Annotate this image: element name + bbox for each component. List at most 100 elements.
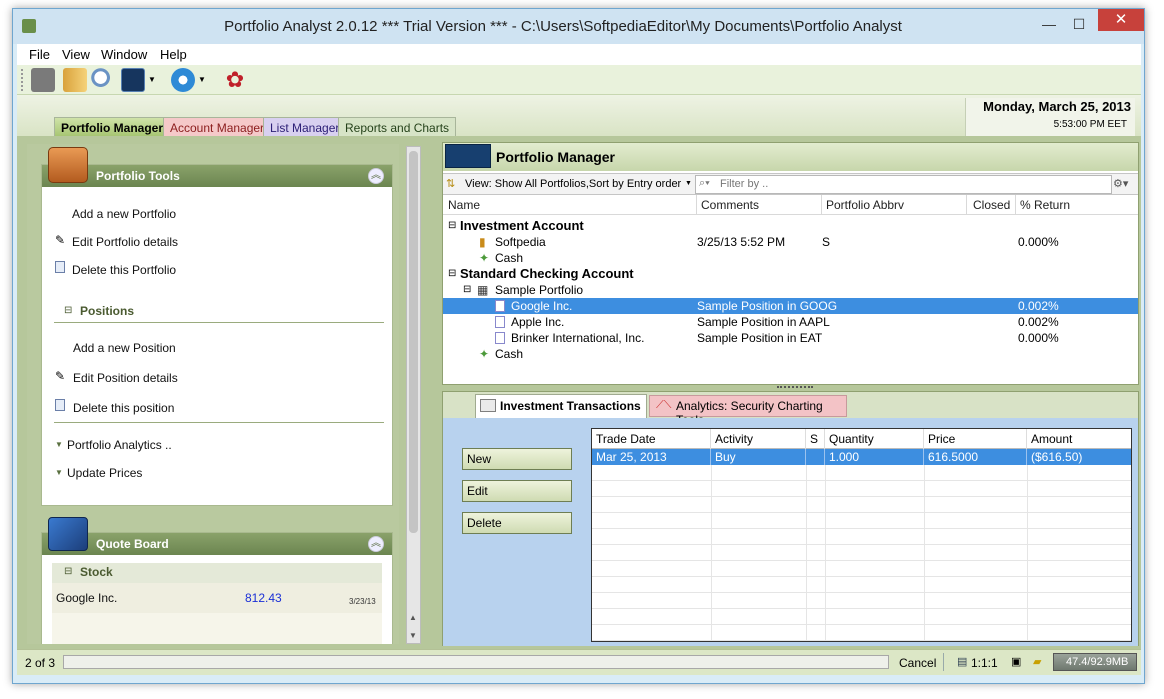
maximize-button[interactable]: ☐ [1066,13,1092,37]
quote-row[interactable] [52,613,382,644]
position-doc-icon [495,300,505,312]
tab-reports-and-charts[interactable]: Reports and Charts [338,117,457,137]
update-prices-link[interactable]: Update Prices [67,466,142,480]
cash-label: Cash [495,251,524,265]
filter-placeholder: Filter by .. [720,178,769,190]
collapse-stock-icon[interactable]: ⊟ [64,566,72,577]
col-portfolio-abbrv[interactable]: Portfolio Abbrv [826,198,904,212]
lock-icon[interactable]: ▰ [1033,655,1041,668]
position-return: 0.002% [1018,299,1059,313]
splitter-grip[interactable] [777,386,813,389]
chart-icon: ⟋⟍ [656,399,672,411]
collapse-icon[interactable]: ︽ [368,168,384,184]
collapse-positions-icon[interactable]: ⊟ [64,305,72,316]
portfolio-comments: 3/25/13 5:52 PM [697,235,786,249]
scrollbar-thumb[interactable] [409,151,418,533]
col-amount[interactable]: Amount [1027,429,1131,449]
cancel-button[interactable]: Cancel [899,656,936,670]
books-icon[interactable] [63,68,87,92]
portfolio-analytics-link[interactable]: Portfolio Analytics .. [67,438,172,452]
col-trade-date[interactable]: Trade Date [592,429,711,449]
col-comments[interactable]: Comments [701,198,759,212]
magnifier-icon[interactable] [91,68,115,92]
table-row[interactable]: ⊟ ▦ Sample Portfolio [443,282,1138,298]
menu-file[interactable]: File [29,47,50,62]
collapse-icon[interactable]: ⊟ [448,266,456,282]
pencil-icon: ✎ [55,233,66,247]
memory-indicator[interactable]: 47.4/92.9MB [1053,653,1137,671]
table-row[interactable]: ✦ Cash [443,346,1138,362]
chevron-down-icon[interactable]: ▼ [198,75,206,84]
settings-gear-icon[interactable]: ⚙▾ [1113,177,1128,190]
scroll-down-icon[interactable]: ▼ [409,631,417,640]
menu-view[interactable]: View [62,47,90,62]
clock-icon[interactable] [171,68,195,92]
delete-position-link[interactable]: Delete this position [73,401,174,415]
gear-icon[interactable]: ✿ [223,68,247,92]
table-row[interactable]: Mar 25, 2013 Buy 1.000 616.5000 ($616.50… [592,449,1131,469]
delete-button[interactable]: Delete [462,512,572,534]
collapse-icon[interactable]: ︽ [368,536,384,552]
monitors-icon [445,144,491,168]
col-s[interactable]: S [806,429,825,449]
current-date: Monday, March 25, 2013 [983,99,1131,114]
tab-investment-transactions[interactable]: Investment Transactions [475,394,647,418]
date-block: Monday, March 25, 2013 5:53:00 PM EET [965,98,1135,140]
minimize-button[interactable]: — [1036,13,1062,37]
col-quantity[interactable]: Quantity [825,429,924,449]
table-row[interactable]: Brinker International, Inc. Sample Posit… [443,330,1138,346]
table-row[interactable]: ✦ Cash [443,250,1138,266]
chevron-down-icon[interactable]: ▼ [148,75,156,84]
tab-analytics[interactable]: ⟋⟍ Analytics: Security Charting Tools [649,395,847,427]
quote-name: Google Inc. [56,591,118,605]
menu-help[interactable]: Help [160,47,187,62]
quote-price: 812.43 [245,591,282,605]
toolbar-grip[interactable] [21,69,23,91]
col-price[interactable]: Price [924,429,1027,449]
portfolio-tools-title: Portfolio Tools [96,169,180,183]
cash-icon: ✦ [479,347,490,361]
col-return[interactable]: % Return [1020,198,1070,212]
save-icon[interactable]: ▣ [1011,655,1021,668]
edit-position-link[interactable]: Edit Position details [73,371,178,385]
table-row[interactable]: Apple Inc. Sample Position in AAPL 0.002… [443,314,1138,330]
collapse-icon[interactable]: ⊟ [463,282,471,298]
portfolio-name: Sample Portfolio [495,283,584,297]
add-position-link[interactable]: Add a new Position [73,341,176,355]
table-row[interactable]: ▮ Softpedia 3/25/13 5:52 PM S 0.000% [443,234,1138,250]
quote-board-box: Quote Board ︽ ⊟ Stock Google Inc. 812.43… [41,517,393,644]
add-portfolio-link[interactable]: Add a new Portfolio [72,207,176,221]
divider [54,322,384,323]
view-selector[interactable]: View: Show All Portfolios,Sort by Entry … [465,178,681,190]
transactions-body: New Edit Delete Trade Date Activity S Qu… [443,418,1138,646]
table-row[interactable]: ⊟ Standard Checking Account [443,266,1138,282]
quote-board-header: Quote Board [42,533,392,555]
col-closed[interactable]: Closed [973,198,1010,212]
new-button[interactable]: New [462,448,572,470]
table-row[interactable]: Google Inc. Sample Position in GOOG 0.00… [443,298,1138,314]
col-activity[interactable]: Activity [711,429,806,449]
col-name[interactable]: Name [448,198,480,212]
tab-list-manager[interactable]: List Manager [263,117,347,137]
collapse-icon[interactable]: ⊟ [448,218,456,234]
account-name: Investment Account [460,218,584,233]
portfolio-icon[interactable] [31,68,55,92]
menu-window[interactable]: Window [101,47,147,62]
left-scrollbar[interactable]: ▲ ▼ [406,146,421,644]
chart-monitor-icon[interactable] [121,68,145,92]
close-button[interactable]: ✕ [1098,9,1144,31]
app-window: Portfolio Analyst 2.0.12 *** Trial Versi… [12,8,1145,684]
portfolio-manager-header: Portfolio Manager [443,143,1138,171]
filter-input[interactable]: ⌕▾ Filter by .. [695,175,1112,194]
delete-portfolio-link[interactable]: Delete this Portfolio [72,263,176,277]
page-indicator: 2 of 3 [25,656,56,670]
scroll-up-icon[interactable]: ▲ [409,613,417,622]
portfolio-manager-panel: Portfolio Manager ⇅ View: Show All Portf… [442,142,1139,385]
tab-portfolio-manager[interactable]: Portfolio Manager [54,117,171,137]
account-name: Standard Checking Account [460,266,634,281]
table-row[interactable]: ⊟ Investment Account [443,218,1138,234]
chevron-down-icon[interactable]: ▼ [685,180,692,187]
edit-portfolio-link[interactable]: Edit Portfolio details [72,235,178,249]
edit-button[interactable]: Edit [462,480,572,502]
tab-account-manager[interactable]: Account Manager [163,117,272,137]
